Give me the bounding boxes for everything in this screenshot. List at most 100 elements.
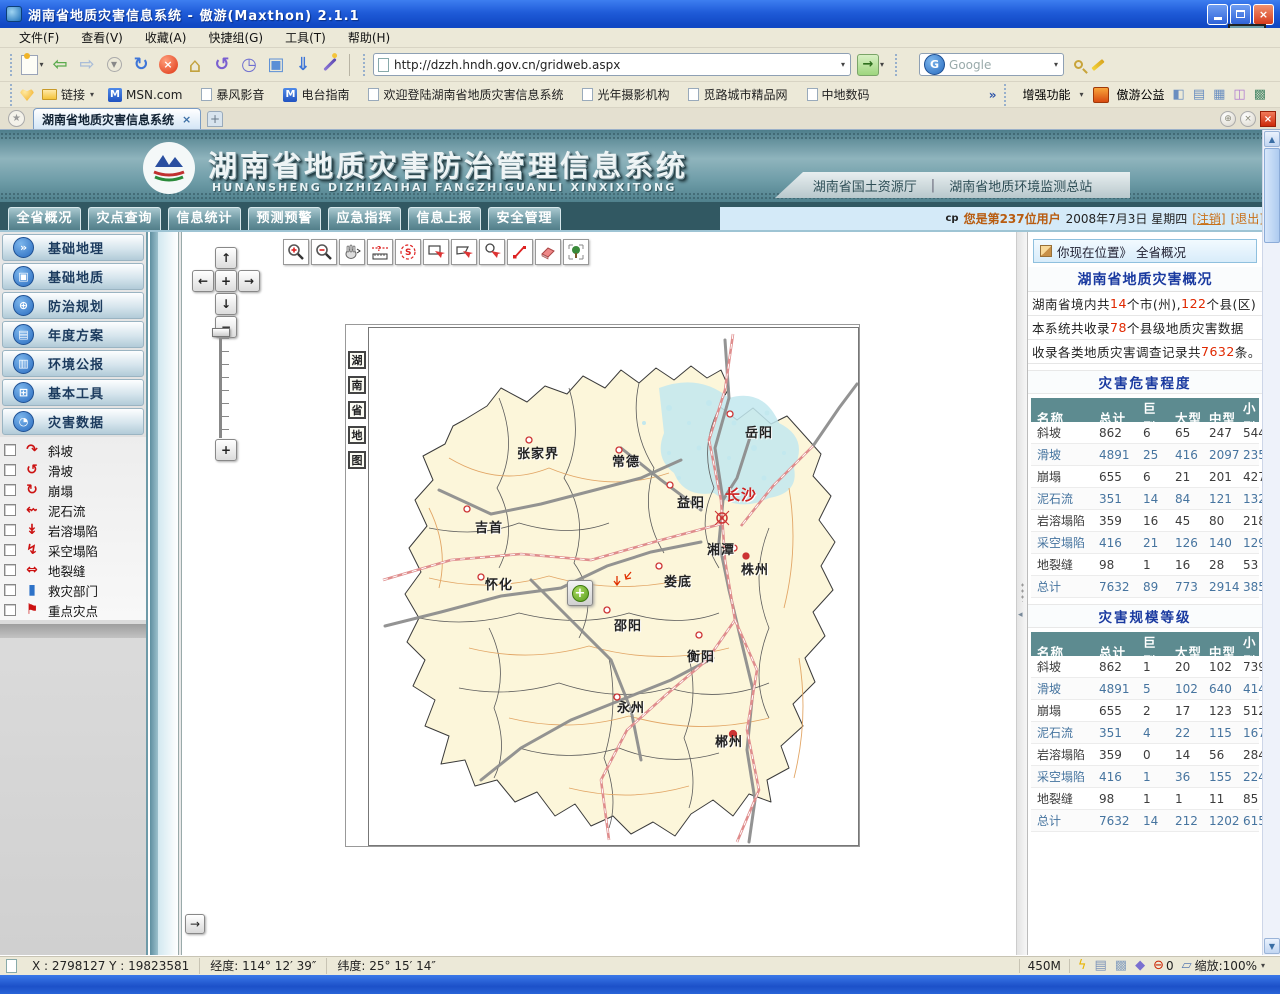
- favorites-star-button[interactable]: ★: [8, 110, 25, 127]
- pan-up-button[interactable]: ↑: [215, 247, 237, 269]
- map-select-s-tool[interactable]: S: [395, 239, 421, 265]
- link-land-resources-dept[interactable]: 湖南省国土资源厅: [813, 176, 917, 195]
- logout-link[interactable]: [注销]: [1192, 210, 1225, 227]
- link-item[interactable]: 暴风影音: [201, 86, 270, 103]
- tab-settings-button[interactable]: ⊕: [1220, 111, 1236, 127]
- site-icon[interactable]: ▩: [1254, 87, 1266, 102]
- menu-item[interactable]: 收藏(A): [136, 27, 196, 48]
- menu-item[interactable]: 帮助(H): [339, 27, 399, 48]
- page-scrollbar[interactable]: ▲ ▼: [1262, 130, 1280, 955]
- map-eraser-tool[interactable]: [535, 239, 561, 265]
- layer-checkbox[interactable]: [4, 604, 16, 616]
- sidebar-group-button[interactable]: ▣ 基础地质: [2, 263, 144, 290]
- pan-down-button[interactable]: ↓: [215, 293, 237, 315]
- tab-active[interactable]: 湖南省地质灾害信息系统 ×: [33, 108, 201, 129]
- sidebar-group-button[interactable]: ⊞ 基本工具: [2, 379, 144, 406]
- nav-tab[interactable]: 预测预警: [248, 207, 321, 230]
- pan-right-button[interactable]: →: [238, 270, 260, 292]
- skin-icon[interactable]: ◧: [1173, 87, 1185, 102]
- link-item[interactable]: 中地数码: [807, 86, 876, 103]
- fill-form-button[interactable]: ▣: [263, 51, 289, 79]
- last-visited-button[interactable]: ◷: [236, 51, 262, 79]
- close-page-button[interactable]: ×: [1260, 111, 1276, 127]
- map-polygon-select-tool[interactable]: [451, 239, 477, 265]
- map-canvas[interactable]: 张家界常德岳阳益阳长沙吉首湘潭株州怀化娄底邵阳衡阳永州郴州 +: [368, 327, 859, 846]
- layer-checkbox[interactable]: [4, 484, 16, 496]
- layer-checkbox[interactable]: [4, 584, 16, 596]
- zoom-dropdown-caret[interactable]: ▾: [1261, 961, 1265, 970]
- zoom-in-button[interactable]: +: [215, 439, 237, 461]
- nav-tab[interactable]: 应急指挥: [328, 207, 401, 230]
- url-text[interactable]: http://dzzh.hndh.gov.cn/gridweb.aspx: [394, 58, 840, 72]
- map-pan-tool[interactable]: [339, 239, 365, 265]
- collapse-arrow-icon[interactable]: ◂: [1018, 610, 1023, 620]
- link-item[interactable]: MMSN.com: [108, 86, 188, 103]
- nav-tab[interactable]: 全省概况: [8, 207, 81, 230]
- tab-list-close-button[interactable]: ×: [1240, 111, 1256, 127]
- sidebar-group-button[interactable]: ▥ 环境公报: [2, 350, 144, 377]
- search-engine-dropdown[interactable]: ▾: [1054, 60, 1058, 69]
- plugin-icon[interactable]: ◆: [1135, 958, 1145, 973]
- search-icon[interactable]: [1074, 60, 1083, 69]
- popup-blocker[interactable]: ⊖ 0: [1153, 958, 1174, 973]
- tab-close-icon[interactable]: ×: [182, 113, 191, 126]
- boss-key-icon[interactable]: ϟ: [1078, 958, 1087, 973]
- scrollbar-thumb[interactable]: [1264, 148, 1280, 243]
- go-button[interactable]: →: [857, 54, 879, 76]
- link-item[interactable]: 觅路城市精品网: [688, 86, 793, 103]
- window-mode-icon[interactable]: ▤: [1193, 87, 1205, 102]
- menu-item[interactable]: 查看(V): [72, 27, 132, 48]
- zoom-control[interactable]: ▱ 缩放:100% ▾: [1182, 957, 1266, 974]
- sidebar-group-button[interactable]: ⊕ 防治规划: [2, 292, 144, 319]
- undo-button[interactable]: ↺: [209, 51, 235, 79]
- url-dropdown[interactable]: ▾: [841, 60, 845, 69]
- link-item[interactable]: 欢迎登陆湖南省地质灾害信息系统: [368, 86, 569, 103]
- overflow-chevron[interactable]: »: [989, 88, 997, 102]
- layer-checkbox[interactable]: [4, 544, 16, 556]
- close-button[interactable]: ×: [1253, 4, 1274, 25]
- scroll-down-button[interactable]: ▼: [1264, 938, 1280, 954]
- map-measure-tool[interactable]: ?: [367, 239, 393, 265]
- sidebar-group-button[interactable]: ▤ 年度方案: [2, 321, 144, 348]
- charity-link[interactable]: 傲游公益: [1117, 86, 1165, 103]
- download-button[interactable]: ⇓: [290, 51, 316, 79]
- pan-center-button[interactable]: +: [215, 270, 237, 292]
- forward-button[interactable]: ⇨: [74, 51, 100, 79]
- pan-left-button[interactable]: ←: [192, 270, 214, 292]
- nav-tab[interactable]: 灾点查询: [88, 207, 161, 230]
- link-item[interactable]: 链接▾: [42, 86, 95, 103]
- link-geo-env-station[interactable]: 湖南省地质环境监测总站: [949, 176, 1092, 195]
- menu-item[interactable]: 文件(F): [10, 27, 68, 48]
- proxy-icon[interactable]: ▤: [1094, 958, 1106, 973]
- map-full-extent-tool[interactable]: [563, 239, 589, 265]
- map-zoom-overlay-button[interactable]: +: [567, 580, 593, 606]
- layer-checkbox[interactable]: [4, 464, 16, 476]
- map-zoom-in-tool[interactable]: [283, 239, 309, 265]
- search-box[interactable]: G Google ▾: [919, 53, 1064, 76]
- address-bar[interactable]: http://dzzh.hndh.gov.cn/gridweb.aspx ▾: [373, 53, 851, 76]
- map-draw-line-tool[interactable]: [507, 239, 533, 265]
- layer-checkbox[interactable]: [4, 504, 16, 516]
- map-rect-select-tool[interactable]: [423, 239, 449, 265]
- new-tab-button[interactable]: ▾: [20, 51, 46, 79]
- home-button[interactable]: ⌂: [182, 51, 208, 79]
- go-dropdown[interactable]: ▾: [880, 60, 884, 69]
- highlight-icon[interactable]: [1091, 58, 1104, 70]
- back-button[interactable]: ⇦: [47, 51, 73, 79]
- nav-tab[interactable]: 信息统计: [168, 207, 241, 230]
- layer-checkbox[interactable]: [4, 564, 16, 576]
- link-item[interactable]: M电台指南: [283, 86, 355, 103]
- restore-button[interactable]: [1230, 4, 1251, 25]
- sidebar-group-button[interactable]: » 基础地理: [2, 234, 144, 261]
- wand-button[interactable]: [317, 51, 343, 79]
- nav-tab[interactable]: 信息上报: [408, 207, 481, 230]
- zoom-slider[interactable]: [219, 338, 229, 438]
- menu-item[interactable]: 快捷组(G): [199, 27, 272, 48]
- layer-checkbox[interactable]: [4, 524, 16, 536]
- layer-checkbox[interactable]: [4, 444, 16, 456]
- sidebar-group-button[interactable]: ◔ 灾害数据: [2, 408, 144, 435]
- notes-icon[interactable]: ▦: [1213, 87, 1225, 102]
- new-tab-plus-button[interactable]: +: [207, 111, 223, 127]
- minimize-button[interactable]: [1207, 4, 1228, 25]
- enhance-menu[interactable]: 增强功能: [1022, 86, 1070, 103]
